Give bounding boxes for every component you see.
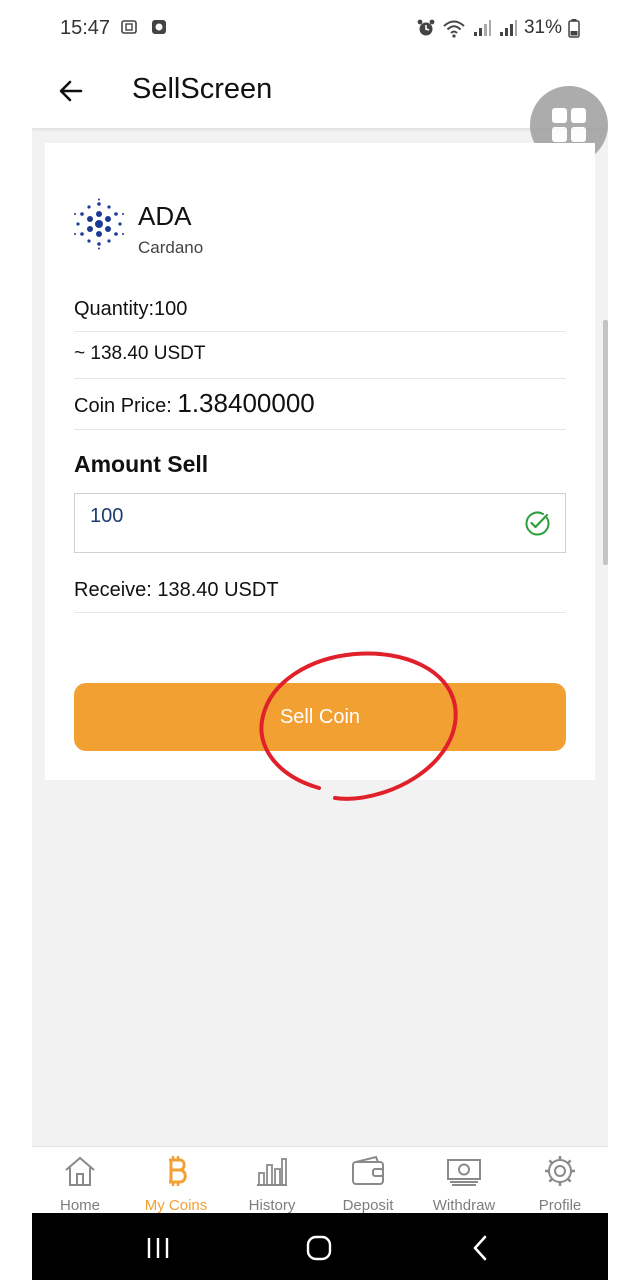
- status-time: 15:47: [60, 17, 111, 39]
- amount-sell-input[interactable]: 100: [74, 493, 566, 553]
- bitcoin-icon: [158, 1153, 194, 1189]
- check-circle-icon: [525, 511, 550, 536]
- alarm-icon: [417, 19, 435, 36]
- nav-item-profile[interactable]: Profile: [512, 1147, 608, 1214]
- coin-price-label: Coin Price:: [74, 395, 178, 417]
- arrow-left-icon: [59, 80, 83, 102]
- nav-label-withdraw: Withdraw: [432, 1197, 496, 1214]
- scrollbar[interactable]: [603, 320, 608, 565]
- signal-icon-2: [499, 20, 517, 36]
- nav-label-history: History: [248, 1197, 296, 1214]
- cash-icon: [446, 1153, 482, 1189]
- recent-apps-icon: [147, 1238, 169, 1258]
- grid-icon: [552, 108, 586, 142]
- battery-percent: 31%: [523, 17, 562, 38]
- battery-icon: [568, 19, 580, 38]
- home-button[interactable]: [301, 1233, 337, 1263]
- phone-screen: 15:47 31% SellScreen ADA Cardano Quantit…: [32, 0, 608, 1280]
- back-button[interactable]: [54, 74, 88, 108]
- nav-label-deposit: Deposit: [342, 1197, 394, 1214]
- chevron-left-icon: [473, 1235, 487, 1261]
- coin-name: Cardano: [138, 238, 204, 257]
- gear-icon: [542, 1153, 578, 1189]
- app-bar: SellScreen: [32, 58, 608, 128]
- usdt-estimate-text: ~ 138.40 USDT: [74, 343, 206, 364]
- sell-coin-label: Sell Coin: [279, 705, 361, 728]
- status-right-group: 31%: [416, 17, 580, 39]
- system-back-button[interactable]: [462, 1233, 498, 1263]
- nav-label-profile: Profile: [538, 1197, 582, 1214]
- page-title: SellScreen: [132, 73, 273, 105]
- nav-item-history[interactable]: History: [224, 1147, 320, 1214]
- screenshot-icon: [121, 20, 137, 34]
- usdt-estimate-row: ~ 138.40 USDT: [74, 343, 566, 379]
- bottom-navigation: Home My Coins History Deposit Withdraw P…: [32, 1146, 608, 1214]
- recent-apps-button[interactable]: [140, 1233, 176, 1263]
- home-icon: [62, 1153, 98, 1189]
- coin-price-value: 1.38400000: [177, 388, 315, 418]
- quantity-row: Quantity:100: [74, 298, 566, 332]
- coin-symbol: ADA: [138, 201, 192, 231]
- home-circle-icon: [306, 1235, 332, 1261]
- system-nav-bar: [32, 1213, 608, 1280]
- quantity-text: Quantity:100: [74, 298, 188, 320]
- cardano-logo-icon: [74, 198, 124, 250]
- receive-text: Receive: 138.40 USDT: [74, 579, 279, 601]
- wifi-icon: [443, 20, 465, 38]
- amount-sell-value: 100: [90, 505, 124, 527]
- nav-item-home[interactable]: Home: [32, 1147, 128, 1214]
- nav-item-withdraw[interactable]: Withdraw: [416, 1147, 512, 1214]
- media-icon: [152, 20, 166, 34]
- receive-row: Receive: 138.40 USDT: [74, 579, 566, 613]
- nav-label-my-coins: My Coins: [144, 1197, 208, 1214]
- status-bar: 15:47 31%: [32, 0, 608, 58]
- nav-item-my-coins[interactable]: My Coins: [128, 1147, 224, 1214]
- coin-price-row: Coin Price: 1.38400000: [74, 388, 566, 430]
- sell-coin-button[interactable]: Sell Coin: [74, 683, 566, 751]
- amount-sell-label: Amount Sell: [74, 451, 209, 477]
- sell-card: ADA Cardano Quantity:100 ~ 138.40 USDT C…: [45, 143, 595, 780]
- wallet-icon: [350, 1153, 386, 1189]
- nav-item-deposit[interactable]: Deposit: [320, 1147, 416, 1214]
- nav-label-home: Home: [59, 1197, 100, 1214]
- bar-chart-icon: [254, 1153, 290, 1189]
- signal-icon: [473, 20, 491, 36]
- status-notification-icons: [120, 18, 168, 36]
